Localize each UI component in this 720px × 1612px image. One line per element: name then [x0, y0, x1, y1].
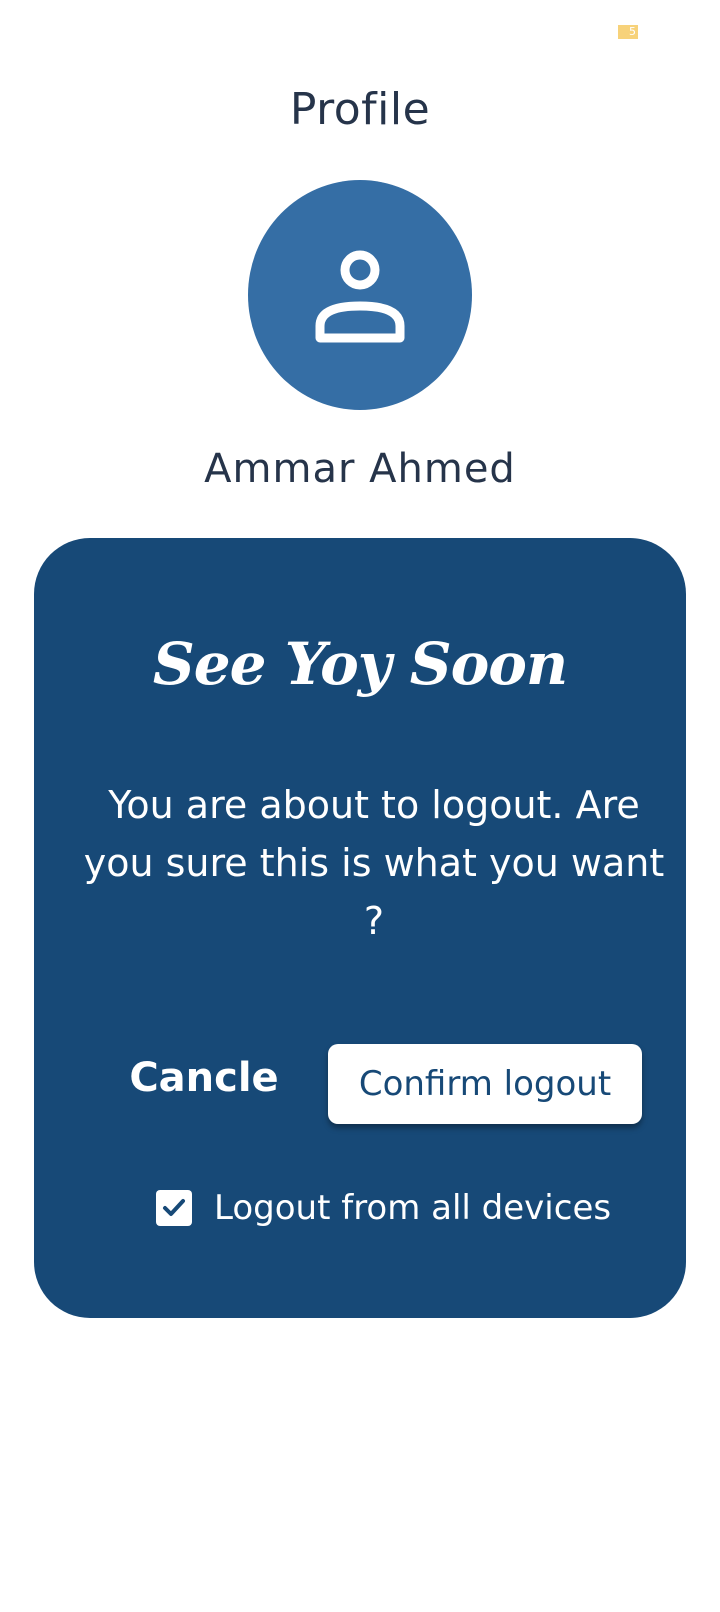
dialog-message: You are about to logout. Are you sure th… — [83, 783, 665, 943]
cancel-button[interactable]: Cancle — [124, 1050, 284, 1106]
logout-dialog: See Yoy Soon You are about to logout. Ar… — [34, 538, 686, 1318]
checkmark-icon — [163, 1199, 185, 1216]
logout-all-devices-checkbox[interactable] — [156, 1190, 192, 1226]
profile-screen: 5 Profile Ammar Ahmed See Yoy Soon You a… — [0, 0, 720, 1612]
confirm-logout-button[interactable]: Confirm logout — [328, 1044, 642, 1124]
logout-all-devices-option[interactable]: Logout from all devices — [156, 1188, 636, 1228]
logout-all-devices-label: Logout from all devices — [214, 1188, 612, 1228]
status-badge: 5 — [618, 25, 638, 39]
user-name: Ammar Ahmed — [204, 446, 516, 492]
person-icon — [315, 250, 405, 343]
page-title: Profile — [289, 84, 431, 135]
dialog-heading: See Yoy Soon — [152, 630, 568, 698]
avatar[interactable] — [248, 180, 472, 410]
